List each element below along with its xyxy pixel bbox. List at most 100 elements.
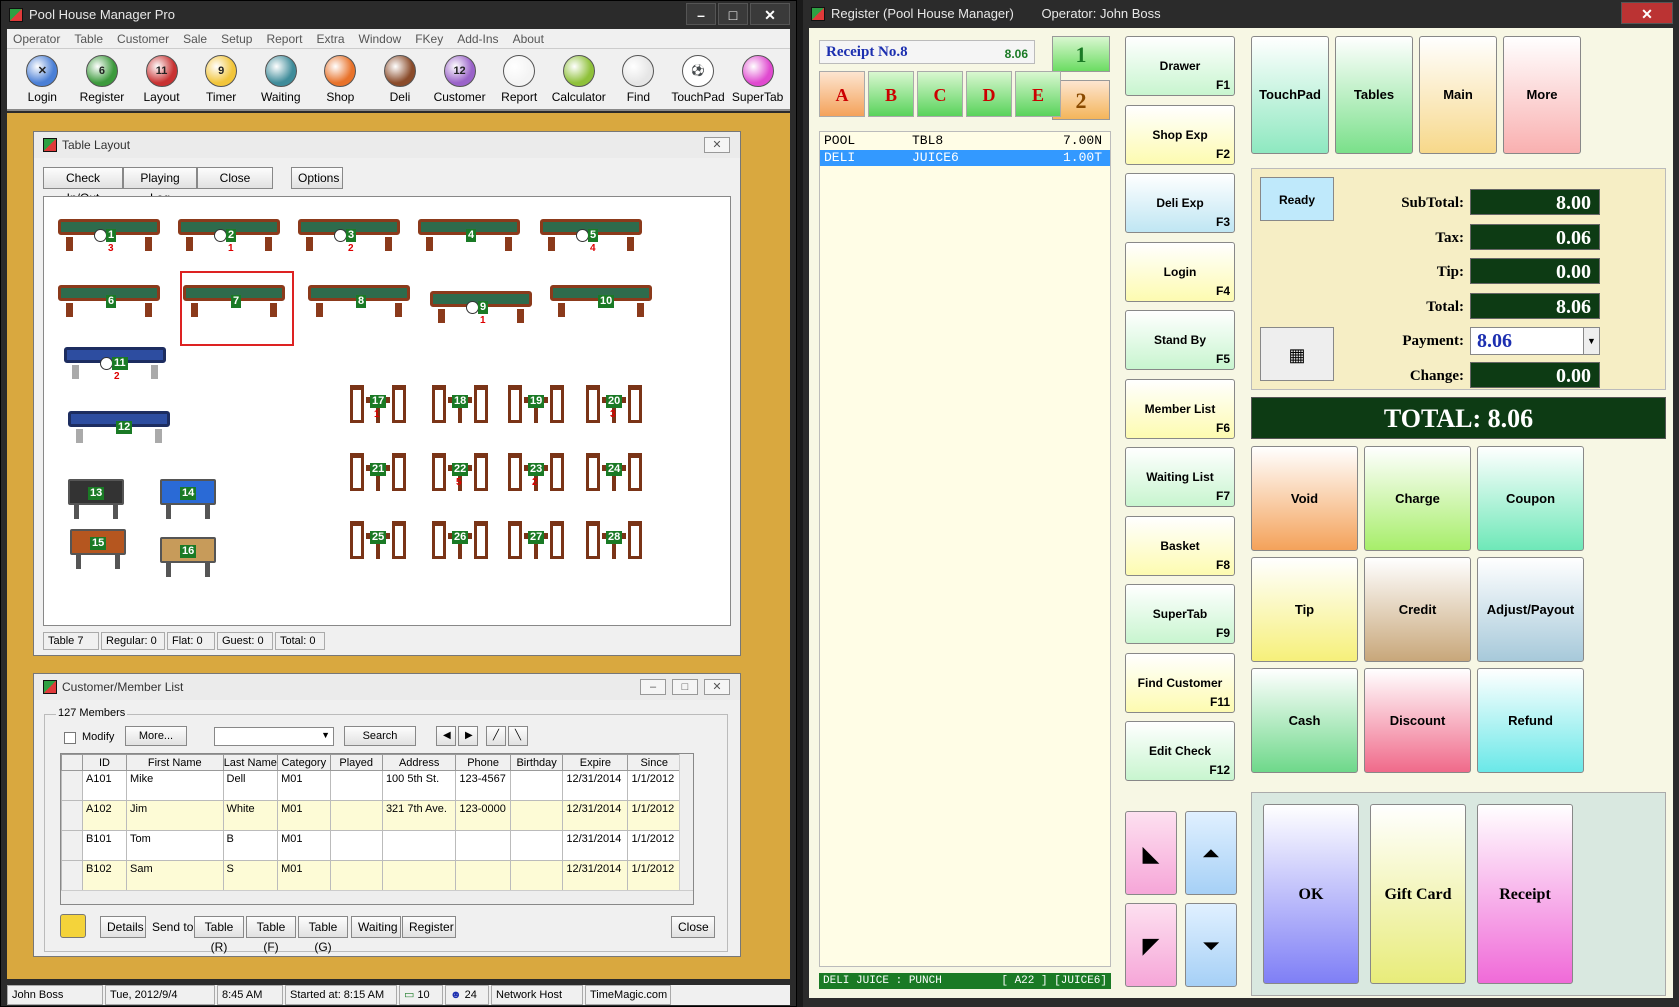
game-table[interactable]: 15	[66, 523, 132, 575]
action-cash-button[interactable]: Cash	[1251, 668, 1358, 773]
up-arrow-button[interactable]: ◣	[1125, 811, 1177, 895]
pool-table[interactable]: 54	[536, 211, 646, 255]
table-row[interactable]: A101 Mike Dell M01 100 5th St. 123-4567 12/31/…	[61, 770, 681, 801]
toolbar-register-button[interactable]: 6 Register	[75, 49, 130, 109]
column-header[interactable]: Address	[381, 754, 457, 771]
order-line[interactable]: DELI JUICE6 1.00T	[820, 150, 1110, 166]
order-line[interactable]: POOL TBL8 7.00N	[820, 133, 1110, 149]
send-to-tableg-button[interactable]: Table (G)	[298, 916, 348, 954]
tab-e-button[interactable]: E	[1015, 71, 1061, 117]
sort-asc-icon[interactable]: ╱	[486, 726, 506, 746]
column-header[interactable]: First Name	[126, 754, 224, 771]
dining-table[interactable]: 21	[348, 449, 408, 495]
dining-table[interactable]: 25	[348, 517, 408, 563]
dining-table[interactable]: 28	[584, 517, 644, 563]
send-to-tablef-button[interactable]: Table (F)	[246, 916, 296, 954]
tab-c-button[interactable]: C	[917, 71, 963, 117]
column-header[interactable]: Expire	[562, 754, 629, 771]
pool-table[interactable]: 91	[426, 283, 536, 327]
down-arrow-button[interactable]: ◤	[1125, 903, 1177, 987]
menu-item-addins[interactable]: Add-Ins	[457, 29, 498, 48]
menu-item-extra[interactable]: Extra	[316, 29, 344, 48]
close-member-list-icon[interactable]: ✕	[704, 679, 730, 695]
fkey-drawer-button[interactable]: Drawer F1	[1125, 36, 1235, 96]
table-row[interactable]: A102 Jim White M01 321 7th Ave. 123-0000 12/31…	[61, 800, 681, 831]
action-refund-button[interactable]: Refund	[1477, 668, 1584, 773]
action-discount-button[interactable]: Discount	[1364, 668, 1471, 773]
column-header[interactable]: Since	[627, 754, 681, 771]
toolbar-timer-button[interactable]: 9 Timer	[194, 49, 249, 109]
fkey-supertab-button[interactable]: SuperTab F9	[1125, 584, 1235, 644]
sort-desc-icon[interactable]: ╲	[508, 726, 528, 746]
pool-table[interactable]: 11 2	[60, 339, 170, 383]
table-row[interactable]: B102 Sam S M01 12/31/2014 1/1/2012	[61, 860, 681, 891]
close-register-button[interactable]: ✕	[1621, 2, 1673, 24]
menu-item-operator[interactable]: Operator	[13, 29, 60, 48]
toolbar-touchpad-button[interactable]: ⚽ TouchPad	[671, 49, 726, 109]
search-button[interactable]: Search	[344, 726, 416, 746]
toolbar-shop-button[interactable]: Shop	[313, 49, 368, 109]
tab-d-button[interactable]: D	[966, 71, 1012, 117]
action-void-button[interactable]: Void	[1251, 446, 1358, 551]
payment-input[interactable]: 8.06 ▼	[1470, 327, 1600, 355]
pool-table[interactable]: 21	[174, 211, 284, 255]
modify-checkbox[interactable]	[64, 732, 76, 744]
action-coupon-button[interactable]: Coupon	[1477, 446, 1584, 551]
fkey-find-customer-button[interactable]: Find Customer F11	[1125, 652, 1235, 713]
action-tip-button[interactable]: Tip	[1251, 557, 1358, 662]
dining-table[interactable]: 24	[584, 449, 644, 495]
close-button[interactable]: Close	[197, 167, 273, 189]
minimize-member-list-icon[interactable]: –	[640, 679, 666, 695]
game-table[interactable]: 16	[156, 531, 222, 583]
dining-table[interactable]: 27	[506, 517, 566, 563]
pool-table[interactable]: 13	[54, 211, 164, 255]
column-header[interactable]: ID	[81, 754, 128, 771]
row-selector[interactable]	[61, 860, 83, 891]
final-receipt-button[interactable]: Receipt	[1477, 804, 1573, 984]
tab-a-button[interactable]: A	[819, 71, 865, 117]
dining-table[interactable]: 18	[430, 381, 490, 427]
details-button[interactable]: Details	[100, 916, 146, 938]
vertical-scrollbar[interactable]	[679, 754, 693, 892]
fkey-login-button[interactable]: Login F4	[1125, 241, 1235, 302]
receipt-1-button[interactable]: 1	[1052, 36, 1110, 72]
final-gift-card-button[interactable]: Gift Card	[1370, 804, 1466, 984]
top-more-button[interactable]: More	[1503, 36, 1581, 154]
page-down-button[interactable]: ⏷	[1185, 903, 1237, 987]
game-table[interactable]: 14	[156, 473, 222, 525]
top-main-button[interactable]: Main	[1419, 36, 1497, 154]
row-selector[interactable]	[61, 770, 83, 801]
action-charge-button[interactable]: Charge	[1364, 446, 1471, 551]
prev-arrow-icon[interactable]: ◀	[436, 726, 456, 746]
top-touchpad-button[interactable]: TouchPad	[1251, 36, 1329, 154]
dining-table[interactable]: 20 3	[584, 381, 644, 427]
tab-b-button[interactable]: B	[868, 71, 914, 117]
close-member-list-button[interactable]: Close	[671, 916, 715, 938]
row-selector[interactable]	[61, 830, 83, 861]
dining-table[interactable]: 22 5	[430, 449, 490, 495]
menu-item-sale[interactable]: Sale	[183, 29, 207, 48]
toolbar-login-button[interactable]: ✕ Login	[15, 49, 70, 109]
final-ok-button[interactable]: OK	[1263, 804, 1359, 984]
column-header[interactable]: Category	[277, 754, 331, 771]
pool-table[interactable]: 32	[294, 211, 404, 255]
toolbar-customer-button[interactable]: 12 Customer	[432, 49, 487, 109]
send-to-tabler-button[interactable]: Table (R)	[194, 916, 244, 954]
game-table[interactable]: 13	[64, 473, 130, 525]
next-arrow-icon[interactable]: ▶	[458, 726, 478, 746]
toolbar-deli-button[interactable]: Deli	[373, 49, 428, 109]
fkey-shop-exp-button[interactable]: Shop Exp F2	[1125, 104, 1235, 165]
send-to-register-button[interactable]: Register	[402, 916, 456, 938]
printer-icon[interactable]	[60, 914, 86, 938]
restore-member-list-icon[interactable]: □	[672, 679, 698, 695]
dining-table[interactable]: 23 2	[506, 449, 566, 495]
action-credit-button[interactable]: Credit	[1364, 557, 1471, 662]
check-in-out-button[interactable]: Check In/Out	[43, 167, 123, 205]
toolbar-layout-button[interactable]: 11 Layout	[134, 49, 189, 109]
dining-table[interactable]: 17 1	[348, 381, 408, 427]
fkey-stand-by-button[interactable]: Stand By F5	[1125, 310, 1235, 370]
menu-item-fkey[interactable]: FKey	[415, 29, 443, 48]
playing-log-button[interactable]: Playing Log	[123, 167, 197, 205]
column-header[interactable]: Played	[329, 754, 383, 771]
maximize-button[interactable]: □	[718, 3, 748, 25]
